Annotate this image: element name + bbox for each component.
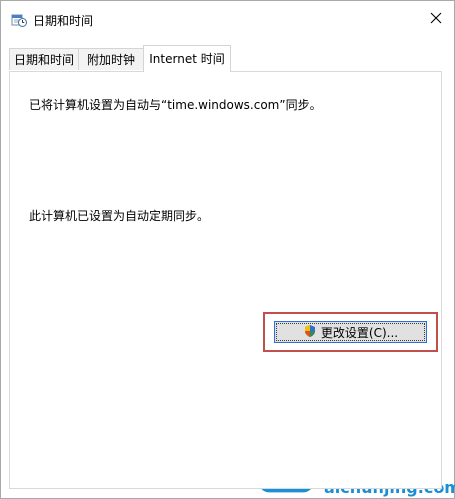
- close-icon: [430, 12, 442, 27]
- clock-calendar-icon: [11, 12, 27, 28]
- highlight-annotation: 更改设置(C)...: [263, 312, 438, 352]
- tab-internet-time[interactable]: Internet 时间: [143, 45, 231, 72]
- date-time-dialog: 日期和时间 日期和时间 附加时钟 Internet 时间 已将计算机设置为自动与…: [0, 0, 455, 499]
- internet-time-panel: 已将计算机设置为自动与“time.windows.com”同步。 此计算机已设置…: [9, 71, 442, 489]
- sync-status-text: 已将计算机设置为自动与“time.windows.com”同步。: [29, 98, 322, 112]
- tab-date-time[interactable]: 日期和时间: [9, 48, 79, 70]
- tab-additional-clocks[interactable]: 附加时钟: [78, 48, 144, 70]
- change-settings-label: 更改设置(C)...: [320, 325, 399, 340]
- close-button[interactable]: [418, 1, 454, 37]
- change-settings-button[interactable]: 更改设置(C)...: [274, 321, 427, 343]
- next-sync-text: 此计算机已设置为自动定期同步。: [29, 209, 210, 223]
- window-title: 日期和时间: [33, 14, 94, 28]
- uac-shield-icon: [303, 324, 317, 341]
- title-bar: 日期和时间: [1, 1, 454, 37]
